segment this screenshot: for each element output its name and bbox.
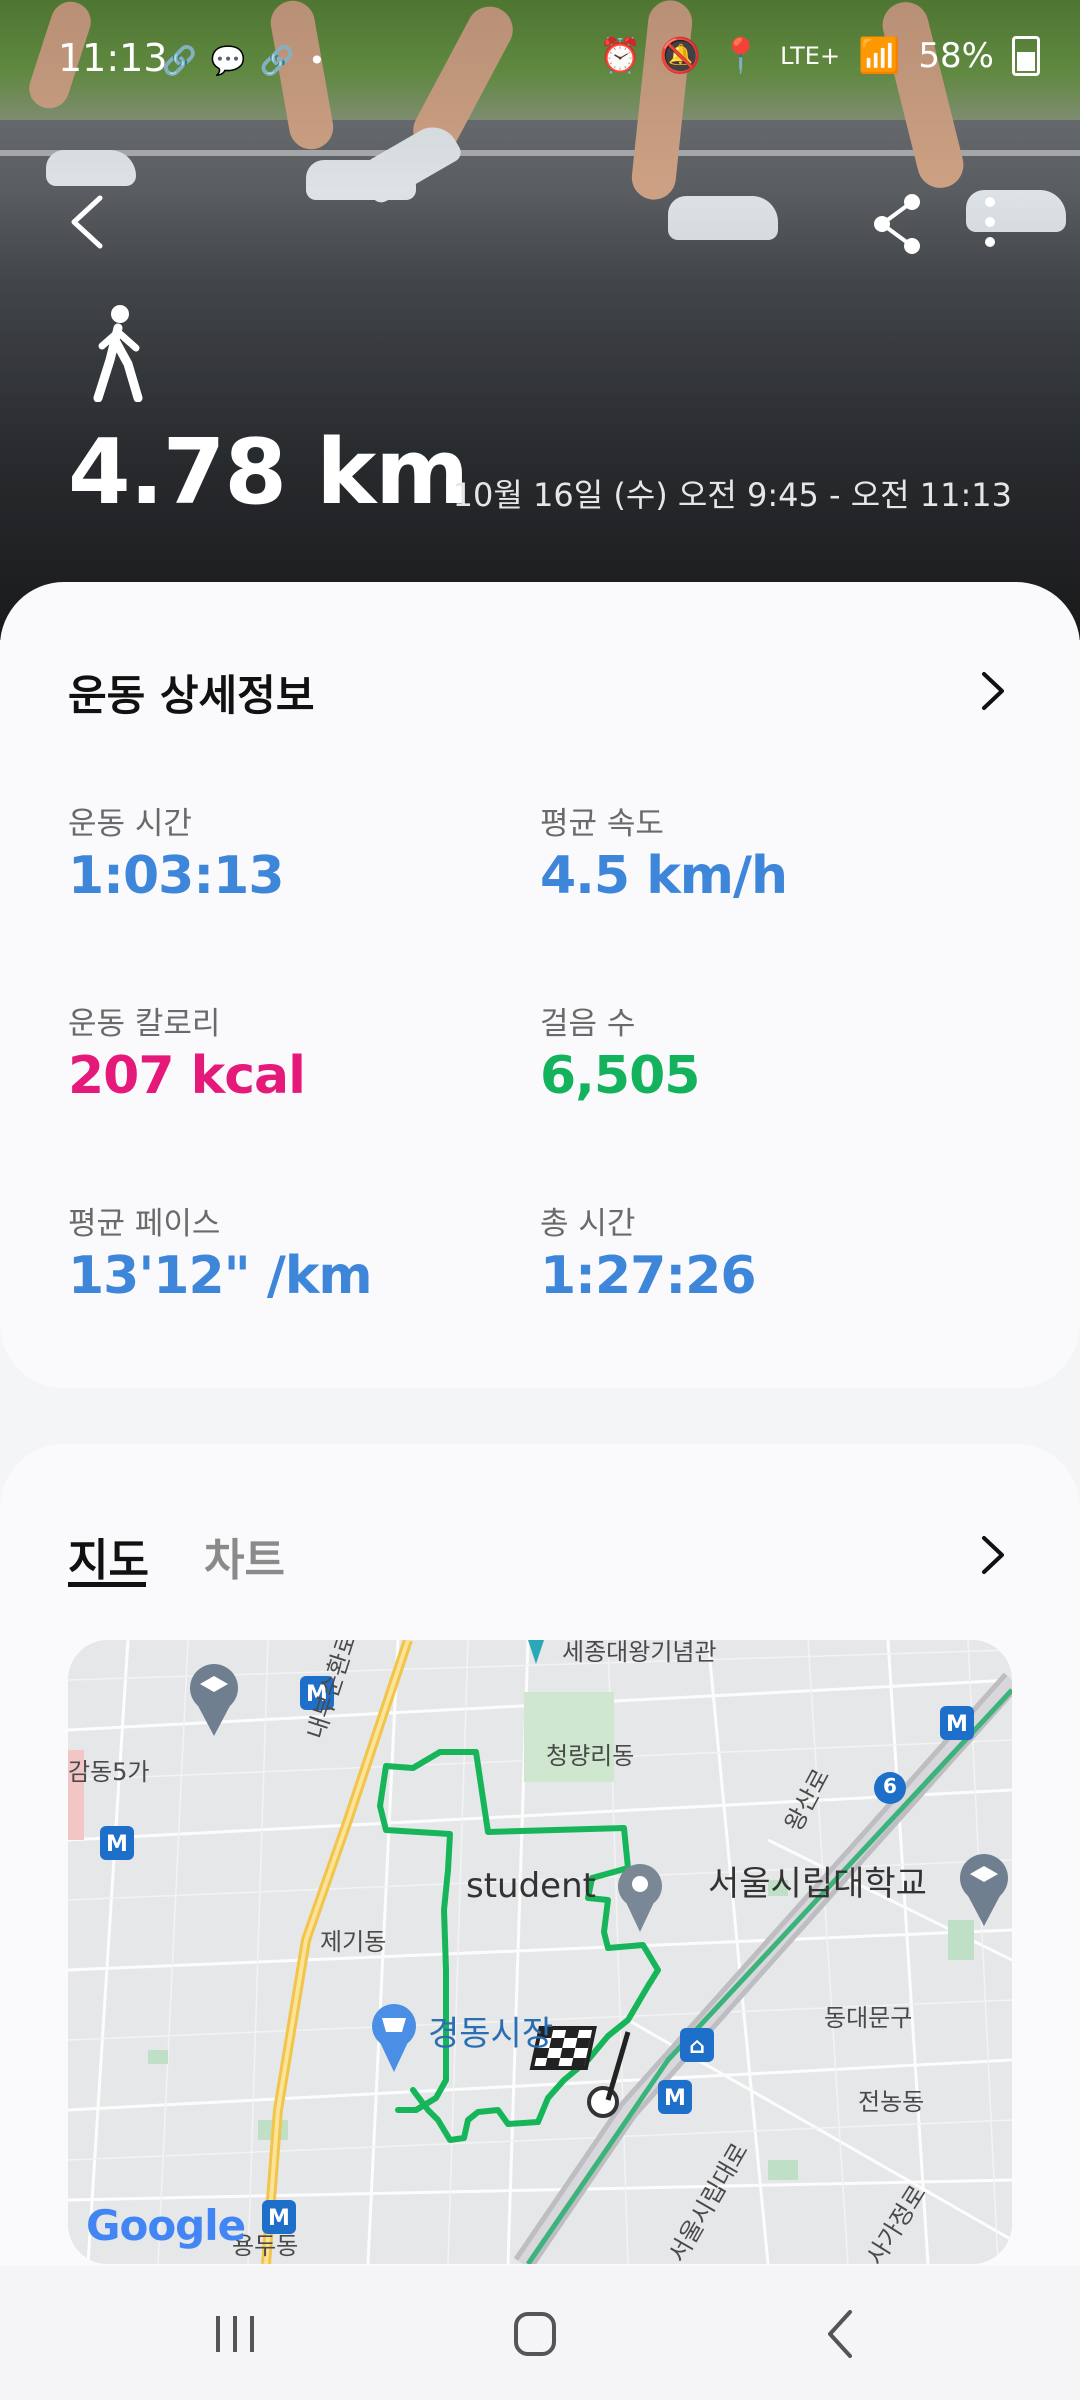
map-label: 청량리동 xyxy=(546,1742,635,1770)
map-label: 제기동 xyxy=(320,1928,387,1956)
svg-text:M: M xyxy=(106,1832,128,1857)
stat-value-avg-pace: 13'12" /km xyxy=(68,1246,373,1306)
google-logo-text: Google xyxy=(86,2201,246,2250)
chevron-right-icon xyxy=(982,1536,1004,1574)
home-icon xyxy=(514,2312,556,2356)
alarm-icon: ⏰ xyxy=(599,36,642,76)
stat-value-steps: 6,505 xyxy=(540,1046,700,1106)
map-label: 감동5가 xyxy=(68,1758,150,1786)
status-time: 11:13 xyxy=(58,36,168,80)
svg-text:⌂: ⌂ xyxy=(689,2034,705,2059)
mute-icon: 🔕 xyxy=(659,36,702,76)
stat-value-calories: 207 kcal xyxy=(68,1046,306,1106)
map-more-button[interactable] xyxy=(972,1530,1012,1580)
network-type: LTE+ xyxy=(780,42,841,70)
signal-icon: 📶 xyxy=(858,36,901,76)
map-card: 지도 차트 M M M M M ⌂ 감동5가 내부순환로 청량리동 왕산로 st… xyxy=(0,1444,1080,2374)
hero-photo: 11:13 🔗 💬 🔗 • ⏰ 🔕 📍 LTE+ 📶 58% 4.78 km 1… xyxy=(0,0,1080,640)
notification-icon: 🔗 xyxy=(162,44,197,77)
share-icon xyxy=(874,194,920,254)
talk-icon: 💬 xyxy=(210,44,246,77)
stat-value-total-time: 1:27:26 xyxy=(540,1246,756,1306)
more-options-button[interactable] xyxy=(960,180,1020,260)
system-navigation-bar xyxy=(0,2266,1080,2400)
notification-icon: 🔗 xyxy=(259,44,295,77)
details-card: 운동 상세정보 운동 시간 1:03:13 평균 속도 4.5 km/h 운동 … xyxy=(0,582,1080,1388)
stat-label-avg-speed: 평균 속도 xyxy=(540,806,664,842)
details-title: 운동 상세정보 xyxy=(68,671,315,720)
chevron-left-icon xyxy=(828,2310,852,2358)
status-bar: 11:13 🔗 💬 🔗 • ⏰ 🔕 📍 LTE+ 📶 58% xyxy=(0,0,1080,120)
dot-icon: • xyxy=(308,44,326,77)
map-label-poi: 서울시립대학교 xyxy=(708,1864,927,1904)
map-label-poi: 경동시장 xyxy=(428,2014,554,2054)
route-map[interactable]: MMM M M ⌂ 감동5가 내부순환로 청량리동 왕산로 student 서울… xyxy=(68,1640,1012,2264)
walking-icon xyxy=(93,305,143,402)
route-number-badge: 6 xyxy=(883,1774,897,1798)
stat-label-total-time: 총 시간 xyxy=(540,1206,636,1242)
back-button[interactable] xyxy=(56,180,126,260)
location-icon: 📍 xyxy=(719,36,763,76)
battery-icon xyxy=(1012,36,1040,76)
stat-label-avg-pace: 평균 페이스 xyxy=(68,1206,221,1242)
recent-apps-button[interactable] xyxy=(200,2304,270,2364)
map-label-poi: student xyxy=(466,1866,596,1906)
chevron-left-icon xyxy=(71,195,103,249)
map-label: 동대문구 xyxy=(824,2004,913,2032)
svg-text:M: M xyxy=(946,1712,968,1737)
stat-label-calories: 운동 칼로리 xyxy=(68,1006,221,1042)
svg-text:M: M xyxy=(664,2086,686,2111)
tab-map[interactable]: 지도 xyxy=(68,1524,149,1588)
share-button[interactable] xyxy=(862,180,932,260)
details-more-button[interactable] xyxy=(972,666,1012,716)
total-distance: 4.78 km xyxy=(68,420,469,525)
back-nav-button[interactable] xyxy=(806,2304,876,2364)
home-button[interactable] xyxy=(500,2304,570,2364)
stat-value-duration: 1:03:13 xyxy=(68,846,284,906)
stat-value-avg-speed: 4.5 km/h xyxy=(540,846,788,906)
stat-label-duration: 운동 시간 xyxy=(68,806,192,842)
more-vertical-icon xyxy=(985,197,995,247)
workout-date-range: 10월 16일 (수) 오전 9:45 - 오전 11:13 xyxy=(452,476,1012,514)
chevron-right-icon xyxy=(982,672,1004,710)
tab-active-indicator xyxy=(68,1582,146,1587)
map-label: 전농동 xyxy=(858,2088,925,2116)
map-canvas: MMM MM⌂ xyxy=(68,1640,1012,2264)
map-label: 세종대왕기념관 xyxy=(562,1640,717,1666)
google-logo: Google xyxy=(86,2201,246,2250)
tab-chart[interactable]: 차트 xyxy=(204,1524,285,1588)
recent-apps-icon xyxy=(216,2316,254,2352)
battery-percent: 58% xyxy=(918,36,994,76)
stat-label-steps: 걸음 수 xyxy=(540,1006,636,1042)
